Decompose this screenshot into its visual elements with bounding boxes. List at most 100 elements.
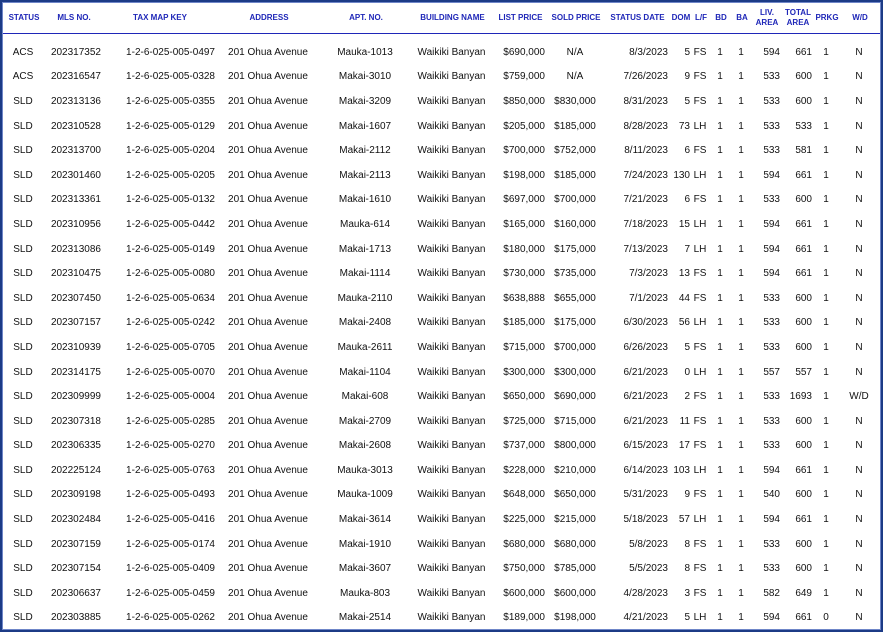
table-row[interactable]: SLD 202307159 1-2-6-025-005-0174 201 Ohua A… xyxy=(3,532,880,557)
cell-total-area: 600 xyxy=(795,194,812,206)
cell-total-area: 600 xyxy=(795,292,812,304)
cell-bd: 1 xyxy=(717,587,723,599)
cell-total-area: 661 xyxy=(795,464,812,476)
cell-status: SLD xyxy=(13,366,33,378)
cell-bd: 1 xyxy=(717,464,723,476)
table-row[interactable]: SLD 202310528 1-2-6-025-005-0129 201 Ohua A… xyxy=(3,114,880,139)
column-header-prkg[interactable]: PRKG xyxy=(814,3,840,34)
cell-prkg: 1 xyxy=(823,317,829,329)
table-row[interactable]: SLD 202309999 1-2-6-025-005-0004 201 Ohua A… xyxy=(3,384,880,409)
table-row[interactable]: SLD 202310956 1-2-6-025-005-0442 201 Ohua A… xyxy=(3,212,880,237)
cell-mls-no: 202310528 xyxy=(50,120,101,132)
table-row[interactable]: SLD 202310475 1-2-6-025-005-0080 201 Ohua A… xyxy=(3,261,880,286)
cell-lf: FS xyxy=(693,341,707,353)
table-row[interactable]: SLD 202313136 1-2-6-025-005-0355 201 Ohua A… xyxy=(3,89,880,114)
table-row[interactable]: SLD 202306335 1-2-6-025-005-0270 201 Ohua A… xyxy=(3,434,880,459)
cell-mls-no: 202303885 xyxy=(50,612,101,624)
cell-wd: N xyxy=(855,120,863,132)
column-header-dom[interactable]: DOM xyxy=(670,3,692,34)
cell-address: 201 Ohua Avenue xyxy=(228,218,308,230)
column-header-ba[interactable]: BA xyxy=(732,3,752,34)
cell-sold-price: $785,000 xyxy=(554,563,596,575)
cell-mls-no: 202307154 xyxy=(50,563,101,575)
cell-address: 201 Ohua Avenue xyxy=(228,391,308,403)
cell-wd: N xyxy=(855,341,863,353)
cell-bd: 1 xyxy=(717,415,723,427)
cell-sold-price: $735,000 xyxy=(554,268,596,280)
cell-sold-price: $655,000 xyxy=(554,292,596,304)
column-header-status-date[interactable]: STATUS DATE xyxy=(605,3,670,34)
cell-list-price: $759,000 xyxy=(503,71,545,83)
table-row[interactable]: SLD 202309198 1-2-6-025-005-0493 201 Ohua A… xyxy=(3,483,880,508)
table-row[interactable]: SLD 202313700 1-2-6-025-005-0204 201 Ohua A… xyxy=(3,138,880,163)
cell-list-price: $650,000 xyxy=(503,391,545,403)
table-row[interactable]: SLD 202225124 1-2-6-025-005-0763 201 Ohua A… xyxy=(3,458,880,483)
cell-building-name: Waikiki Banyan xyxy=(417,169,486,181)
cell-address: 201 Ohua Avenue xyxy=(228,243,308,255)
cell-status-date: 6/15/2023 xyxy=(623,440,669,452)
column-header-lf[interactable]: L/F xyxy=(692,3,710,34)
table-row[interactable]: SLD 202310939 1-2-6-025-005-0705 201 Ohua A… xyxy=(3,335,880,360)
column-header-total-area[interactable]: TOTAL AREA xyxy=(782,3,814,34)
cell-bd: 1 xyxy=(717,341,723,353)
cell-mls-no: 202313086 xyxy=(50,243,101,255)
table-row[interactable]: SLD 202301460 1-2-6-025-005-0205 201 Ohua A… xyxy=(3,163,880,188)
table-row[interactable]: SLD 202307450 1-2-6-025-005-0634 201 Ohua A… xyxy=(3,286,880,311)
column-header-apt-no[interactable]: APT. NO. xyxy=(321,3,411,34)
cell-address: 201 Ohua Avenue xyxy=(228,538,308,550)
cell-status: SLD xyxy=(13,120,33,132)
cell-dom: 3 xyxy=(684,587,690,599)
column-header-wd[interactable]: W/D xyxy=(840,3,880,34)
listings-table-frame: STATUS MLS NO. TAX MAP KEY ADDRESS APT. NO. B… xyxy=(2,2,881,630)
cell-dom: 2 xyxy=(684,391,690,403)
cell-bd: 1 xyxy=(717,268,723,280)
column-header-liv-area[interactable]: LIV. AREA xyxy=(752,3,782,34)
cell-total-area: 661 xyxy=(795,268,812,280)
cell-address: 201 Ohua Avenue xyxy=(228,341,308,353)
table-row[interactable]: SLD 202303885 1-2-6-025-005-0262 201 Ohua A… xyxy=(3,606,880,629)
cell-apt-no: Makai-2112 xyxy=(339,145,391,157)
column-header-address[interactable]: ADDRESS xyxy=(217,3,321,34)
table-row[interactable]: SLD 202307318 1-2-6-025-005-0285 201 Ohua A… xyxy=(3,409,880,434)
cell-ba: 1 xyxy=(738,563,744,575)
cell-mls-no: 202225124 xyxy=(50,464,101,476)
cell-liv-area: 533 xyxy=(763,415,780,427)
column-header-sold-price[interactable]: SOLD PRICE xyxy=(547,3,605,34)
cell-status: SLD xyxy=(13,587,33,599)
cell-mls-no: 202314175 xyxy=(50,366,101,378)
cell-tax-map-key: 1-2-6-025-005-0174 xyxy=(126,538,215,550)
column-header-status[interactable]: STATUS xyxy=(3,3,45,34)
cell-bd: 1 xyxy=(717,46,723,58)
cell-tax-map-key: 1-2-6-025-005-0270 xyxy=(126,440,215,452)
table-row[interactable]: SLD 202314175 1-2-6-025-005-0070 201 Ohua A… xyxy=(3,360,880,385)
cell-dom: 6 xyxy=(684,194,690,206)
table-row[interactable]: SLD 202302484 1-2-6-025-005-0416 201 Ohua A… xyxy=(3,507,880,532)
cell-lf: FS xyxy=(693,415,707,427)
column-header-mls-no[interactable]: MLS NO. xyxy=(45,3,103,34)
cell-prkg: 1 xyxy=(823,268,829,280)
cell-address: 201 Ohua Avenue xyxy=(228,587,308,599)
table-row[interactable]: SLD 202306637 1-2-6-025-005-0459 201 Ohua A… xyxy=(3,581,880,606)
column-header-bd[interactable]: BD xyxy=(710,3,732,34)
cell-liv-area: 533 xyxy=(763,71,780,83)
cell-status: SLD xyxy=(13,145,33,157)
table-row[interactable]: ACS 202316547 1-2-6-025-005-0328 201 Ohua A… xyxy=(3,65,880,90)
cell-sold-price: $700,000 xyxy=(554,194,596,206)
table-row[interactable]: ACS 202317352 1-2-6-025-005-0497 201 Ohua A… xyxy=(3,40,880,65)
cell-mls-no: 202307157 xyxy=(50,317,101,329)
column-header-list-price[interactable]: LIST PRICE xyxy=(494,3,547,34)
cell-building-name: Waikiki Banyan xyxy=(417,341,486,353)
cell-liv-area: 533 xyxy=(763,538,780,550)
cell-wd: N xyxy=(855,194,863,206)
cell-list-price: $680,000 xyxy=(503,538,545,550)
cell-building-name: Waikiki Banyan xyxy=(417,317,486,329)
cell-tax-map-key: 1-2-6-025-005-0132 xyxy=(126,194,215,206)
table-row[interactable]: SLD 202307157 1-2-6-025-005-0242 201 Ohua A… xyxy=(3,311,880,336)
cell-status: SLD xyxy=(13,268,33,280)
column-header-building-name[interactable]: BUILDING NAME xyxy=(411,3,494,34)
table-row[interactable]: SLD 202307154 1-2-6-025-005-0409 201 Ohua A… xyxy=(3,556,880,581)
table-row[interactable]: SLD 202313086 1-2-6-025-005-0149 201 Ohua A… xyxy=(3,237,880,262)
cell-building-name: Waikiki Banyan xyxy=(417,514,486,526)
column-header-tax-map-key[interactable]: TAX MAP KEY xyxy=(103,3,217,34)
table-row[interactable]: SLD 202313361 1-2-6-025-005-0132 201 Ohua A… xyxy=(3,188,880,213)
